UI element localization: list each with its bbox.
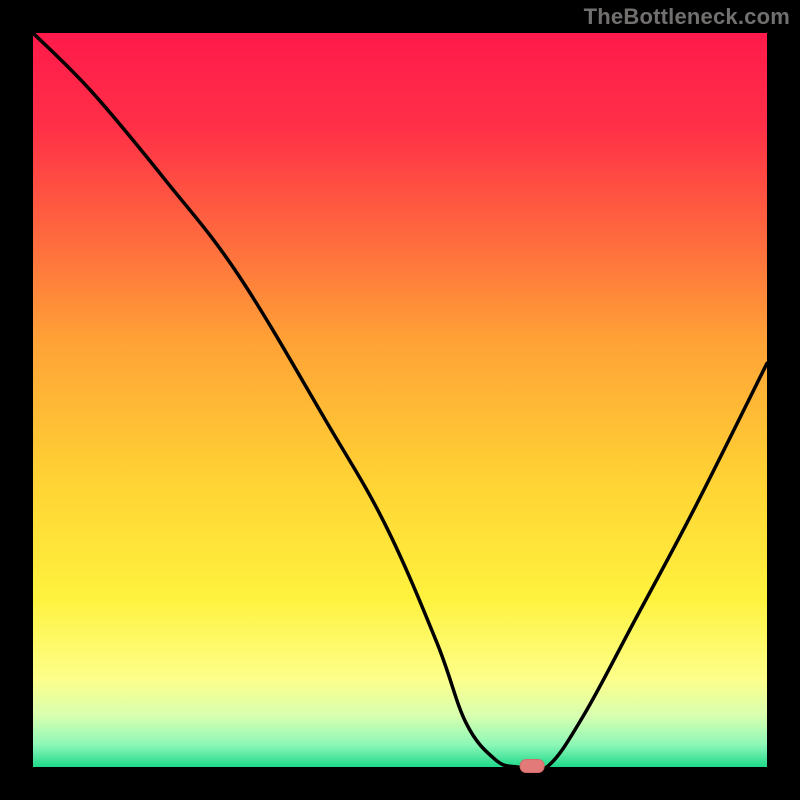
plot-background — [33, 33, 767, 767]
chart-frame: TheBottleneck.com — [0, 0, 800, 800]
optimal-marker — [520, 760, 544, 773]
bottleneck-chart — [0, 0, 800, 800]
